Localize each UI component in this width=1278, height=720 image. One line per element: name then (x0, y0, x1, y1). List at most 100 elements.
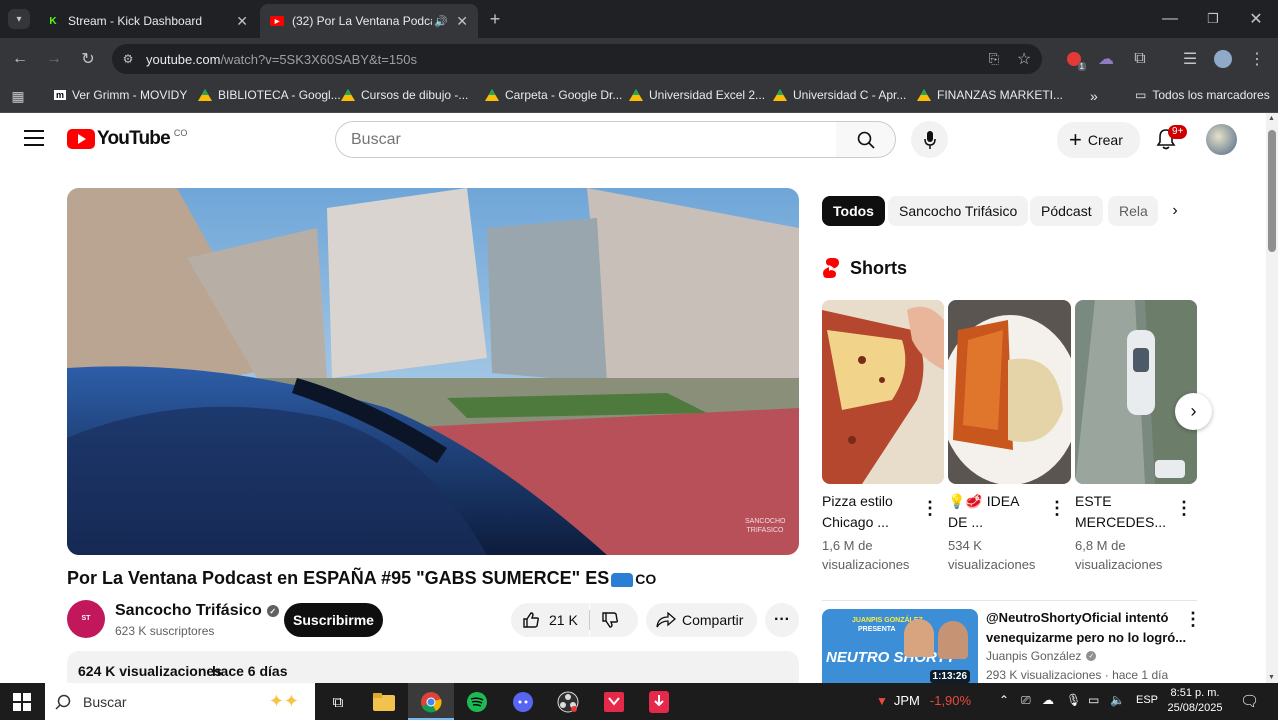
discord-icon[interactable] (511, 690, 535, 714)
short-menu-icon[interactable]: ⋮ (1175, 498, 1193, 519)
tray-app-icon[interactable]: ⎚ (1021, 693, 1031, 708)
app-red-icon[interactable] (602, 690, 626, 714)
chip-channel[interactable]: Sancocho Trifásico (888, 196, 1029, 226)
profile-avatar-icon[interactable] (1213, 49, 1233, 69)
chrome-menu-icon[interactable]: ⋮ (1247, 49, 1267, 69)
channel-avatar[interactable]: ST (67, 600, 105, 638)
bookmark-item[interactable]: m Ver Grimm - MOVIDY (54, 88, 187, 102)
bookmarks-bar: ▦ m Ver Grimm - MOVIDY BIBLIOTECA - Goog… (0, 80, 1278, 113)
extensions-puzzle-icon[interactable]: ⧉ (1130, 49, 1150, 69)
tab-kick-dashboard[interactable]: K Stream - Kick Dashboard ✕ (36, 4, 258, 38)
url-bar[interactable]: ⚙ youtube.com/watch?v=5SK3X60SABY&t=150s… (112, 44, 1042, 74)
app-red-download-icon[interactable] (647, 690, 671, 714)
back-icon[interactable]: ← (10, 49, 30, 69)
chips-next-icon[interactable]: › (1160, 196, 1190, 226)
windows-start-icon[interactable] (10, 690, 34, 714)
more-bookmarks-icon[interactable]: » (1090, 88, 1098, 104)
minimize-icon[interactable]: — (1160, 9, 1180, 29)
channel-name[interactable]: Sancocho Trifásico ✓ (115, 602, 279, 620)
recommended-menu-icon[interactable]: ⋮ (1184, 609, 1202, 630)
account-avatar[interactable] (1206, 124, 1237, 155)
bookmark-star-icon[interactable]: ☆ (1014, 49, 1034, 69)
bookmark-item[interactable]: FINANZAS MARKETI... (917, 88, 1063, 102)
scrollbar-thumb[interactable] (1268, 130, 1276, 252)
all-bookmarks-folder[interactable]: ▭ Todos los marcadores (1135, 88, 1270, 102)
close-tab-icon[interactable]: ✕ (456, 13, 468, 30)
video-player[interactable]: SANCOCHO TRIFASICO (67, 188, 799, 555)
chip-todos[interactable]: Todos (822, 196, 885, 226)
recommended-stats: 293 K visualizaciones · hace 1 día (986, 668, 1169, 682)
extension-purple-icon[interactable]: ☁ (1096, 49, 1116, 69)
network-icon[interactable]: ▭ (1088, 693, 1099, 707)
address-toolbar: ← → ↻ ⚙ youtube.com/watch?v=5SK3X60SABY&… (0, 38, 1278, 80)
create-button[interactable]: + Crear (1057, 122, 1140, 158)
short-title[interactable]: Pizza estilo Chicago ... (822, 491, 893, 533)
cloud-icon[interactable]: ☁ (1042, 693, 1054, 707)
scroll-down-icon[interactable]: ▼ (1268, 674, 1275, 681)
chrome-icon[interactable] (419, 690, 443, 714)
chip-related[interactable]: Rela (1108, 196, 1158, 226)
recommended-thumbnail[interactable]: JUANPIS GONZÁLEZ PRESENTA NEUTRO SHORTY … (822, 609, 978, 683)
tab-youtube-video[interactable]: ▶ (32) Por La Ventana Podcast 🔊 ✕ (260, 4, 478, 38)
short-thumbnail[interactable] (948, 300, 1071, 484)
forward-icon[interactable]: → (44, 49, 64, 69)
description-box[interactable]: 624 K visualizaciones hace 6 días (67, 651, 799, 683)
show-hidden-icons[interactable]: ⌃ (999, 693, 1009, 707)
bookmark-item[interactable]: Universidad Excel 2... (629, 88, 765, 102)
short-title[interactable]: ESTE MERCEDES... (1075, 491, 1166, 533)
recommended-title[interactable]: @NeutroShortyOficial intentó venequizarm… (986, 608, 1186, 648)
microphone-icon[interactable]: 🎙 (1066, 693, 1081, 707)
site-settings-icon[interactable]: ⚙ (118, 49, 138, 69)
youtube-logo[interactable]: YouTube CO (67, 128, 187, 150)
notifications-center-icon[interactable]: 🗨 (1240, 692, 1259, 710)
restore-icon[interactable]: ❐ (1203, 9, 1223, 29)
url-path: /watch?v=5SK3X60SABY&t=150s (220, 51, 418, 67)
task-view-icon[interactable]: ⧉ (326, 690, 350, 714)
short-menu-icon[interactable]: ⋮ (1048, 498, 1066, 519)
close-tab-icon[interactable]: ✕ (236, 13, 248, 30)
media-control-icon[interactable]: ☰ (1180, 49, 1200, 69)
bookmark-item[interactable]: BIBLIOTECA - Googl... (198, 88, 341, 102)
subscribe-button[interactable]: Suscribirme (284, 603, 383, 637)
new-tab-icon[interactable]: + (485, 9, 505, 29)
recommended-channel[interactable]: Juanpis González ✓ (986, 649, 1097, 663)
hamburger-menu-icon[interactable] (24, 130, 44, 146)
plus-icon: + (1069, 127, 1082, 152)
clock[interactable]: 8:51 p. m. 25/08/2025 (1164, 686, 1226, 716)
like-button[interactable]: 21 K (511, 603, 589, 637)
more-actions-button[interactable]: ··· (765, 603, 799, 637)
short-menu-icon[interactable]: ⋮ (921, 498, 939, 519)
bookmark-item[interactable]: Cursos de dibujo -... (341, 88, 468, 102)
google-drive-icon (629, 89, 643, 101)
stock-widget[interactable]: ▼ JPM -1,90% (876, 693, 971, 708)
extension-red-icon[interactable]: 1 (1064, 49, 1086, 71)
chip-podcast[interactable]: Pódcast (1030, 196, 1103, 226)
reload-icon[interactable]: ↻ (78, 49, 98, 69)
volume-icon[interactable]: 🔈 (1110, 693, 1125, 707)
share-button[interactable]: Compartir (646, 603, 757, 637)
shorts-next-button[interactable]: › (1175, 393, 1212, 430)
bookmark-item[interactable]: Universidad C - Apr... (773, 88, 906, 102)
audio-playing-icon[interactable]: 🔊 (434, 15, 448, 28)
search-input[interactable]: Buscar (335, 121, 837, 158)
tab-search-icon[interactable]: ▾ (8, 9, 30, 29)
movidy-icon: m (54, 90, 67, 100)
bookmark-item[interactable]: Carpeta - Google Dr... (485, 88, 622, 102)
close-window-icon[interactable]: ✕ (1246, 9, 1266, 29)
voice-search-button[interactable] (911, 121, 948, 158)
apps-grid-icon[interactable]: ▦ (8, 86, 28, 106)
search-button[interactable] (836, 121, 896, 158)
short-thumbnail[interactable] (1075, 300, 1197, 484)
install-app-icon[interactable]: ⎘ (984, 49, 1004, 69)
notifications-button[interactable]: 9+ (1156, 125, 1188, 152)
taskbar-search[interactable]: Buscar ✦✦ (45, 683, 315, 720)
spotify-icon[interactable] (465, 690, 489, 714)
scroll-up-icon[interactable]: ▲ (1268, 115, 1275, 122)
file-explorer-icon[interactable] (372, 690, 396, 714)
short-thumbnail[interactable] (822, 300, 944, 484)
obs-icon[interactable] (556, 690, 580, 714)
dislike-button[interactable] (590, 603, 638, 637)
short-title[interactable]: 💡🥩 IDEA DE ... (948, 491, 1019, 533)
google-drive-icon (341, 89, 355, 101)
language-indicator[interactable]: ESP (1136, 694, 1158, 706)
